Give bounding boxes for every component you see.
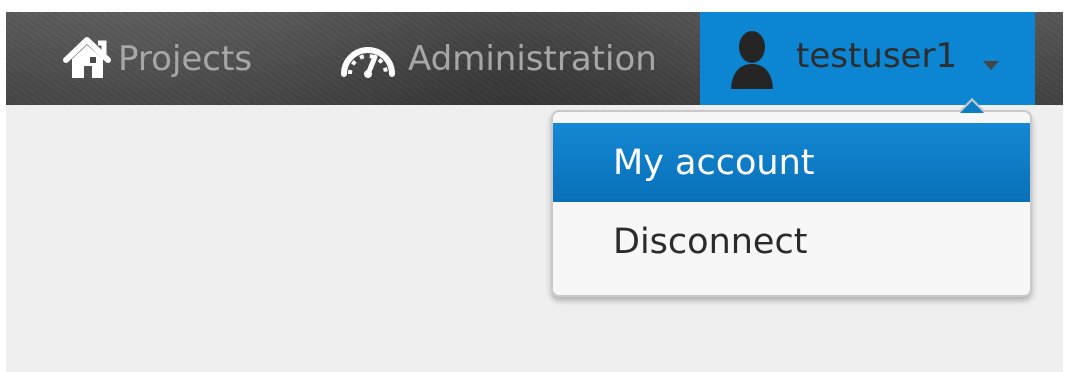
gauge-icon	[339, 43, 397, 78]
menu-item-my-account[interactable]: My account	[553, 123, 1030, 202]
dropdown-pointer-inner	[960, 101, 984, 113]
user-menu-button[interactable]: testuser1	[700, 12, 1035, 105]
username-label: testuser1	[796, 36, 958, 76]
nav-administration[interactable]: Administration	[339, 12, 657, 105]
menu-item-disconnect[interactable]: Disconnect	[553, 202, 1030, 281]
user-dropdown-menu: My account Disconnect	[551, 98, 1032, 297]
nav-projects[interactable]: Projects	[62, 12, 252, 105]
app-frame: Projects Administration testuser1 My acc…	[6, 12, 1063, 372]
user-icon	[728, 29, 776, 91]
caret-down-icon[interactable]	[983, 55, 999, 70]
nav-administration-label: Administration	[408, 38, 657, 79]
top-navbar: Projects Administration testuser1	[6, 12, 1063, 105]
dropdown-list: My account Disconnect	[553, 123, 1030, 281]
nav-projects-label: Projects	[118, 38, 253, 79]
home-icon	[62, 35, 112, 83]
